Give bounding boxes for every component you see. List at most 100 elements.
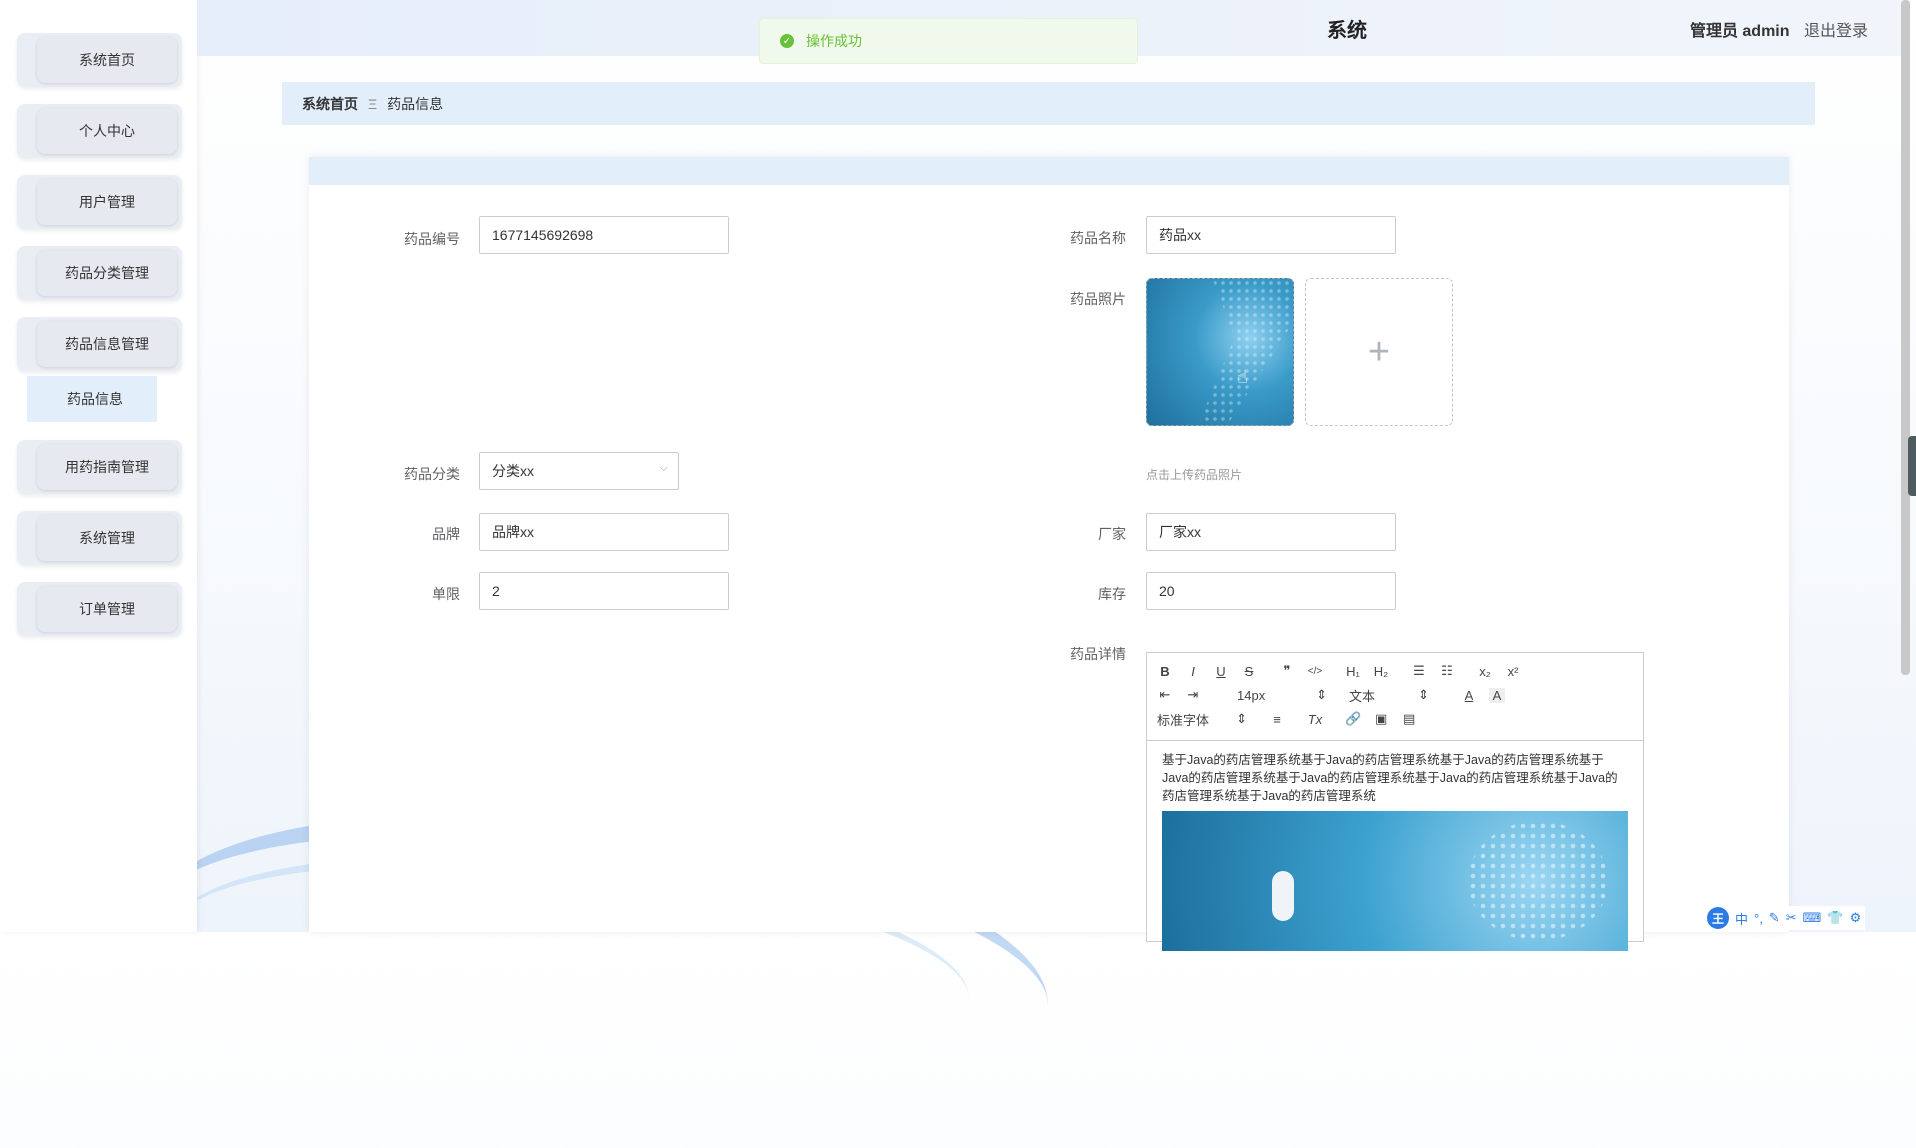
editor-text: 基于Java的药店管理系统基于Java的药店管理系统基于Java的药店管理系统基… [1162,753,1618,803]
strike-button[interactable]: S [1241,664,1257,679]
card-header [309,157,1789,185]
editor-content[interactable]: 基于Java的药店管理系统基于Java的药店管理系统基于Java的药店管理系统基… [1147,741,1643,961]
ime-lang-toggle[interactable]: 中 [1735,909,1748,928]
stock-input[interactable]: 20 [1146,572,1396,610]
sidebar-item-drug-category[interactable]: 药品分类管理 [17,246,182,300]
molecule-pattern [1468,821,1608,941]
code-icon[interactable]: </> [1307,666,1323,677]
upload-button[interactable]: + [1305,278,1453,426]
sidebar-item-label: 系统首页 [37,37,177,83]
rich-text-editor: B I U S ❞ </> H₁ H₂ ☰ ☷ x₂ x² ⇤ ⇥ 14px ⇕ … [1146,652,1644,951]
bold-button[interactable]: B [1157,664,1173,679]
editor-image[interactable] [1162,811,1628,951]
scrollbar[interactable] [1901,0,1910,675]
header-select[interactable]: 文本 ⇕ [1349,686,1429,705]
page-title: 系统 [1327,20,1367,42]
breadcrumb-current: 药品信息 [387,95,444,112]
capsule-shape [1272,871,1294,921]
clear-format-icon[interactable]: Tx [1307,712,1323,727]
sidebar-subitem-drug-info[interactable]: 药品信息 [27,376,157,422]
sidebar-item-label: 药品信息管理 [37,321,177,367]
name-input[interactable]: 药品xx [1146,216,1396,254]
photo-pattern [1198,279,1293,425]
indent-icon[interactable]: ⇥ [1185,687,1201,703]
ime-punct-icon[interactable]: °, [1754,911,1763,926]
image-icon[interactable]: ▣ [1373,711,1389,727]
bullet-list-icon[interactable]: ☷ [1439,663,1455,679]
logout-link[interactable]: 退出登录 [1804,23,1868,40]
sidebar-item-orders[interactable]: 订单管理 [17,582,182,636]
sidebar-item-profile[interactable]: 个人中心 [17,104,182,158]
chevron-down-icon: ⌵ [659,462,668,474]
code-label: 药品编号 [404,231,460,247]
check-icon: ✓ [780,34,794,48]
heading2-button[interactable]: H₂ [1373,664,1389,679]
ime-scissors-icon[interactable]: ✂ [1786,910,1797,926]
limit-label: 单限 [432,586,460,602]
hand-cursor-icon: ☝ [1237,367,1248,387]
video-icon[interactable]: ▤ [1401,711,1417,727]
success-toast: ✓ 操作成功 [759,18,1138,64]
sidebar-item-label: 药品分类管理 [37,250,177,296]
detail-label: 药品详情 [1070,646,1126,662]
subscript-button[interactable]: x₂ [1477,664,1493,679]
updown-icon: ⇕ [1316,687,1327,702]
italic-button[interactable]: I [1185,664,1201,679]
quote-icon[interactable]: ❞ [1279,663,1295,679]
font-color-icon[interactable]: A [1461,688,1477,703]
user-role: 管理员 admin [1689,23,1790,40]
outdent-icon[interactable]: ⇤ [1157,687,1173,703]
photo-label: 药品照片 [1070,291,1126,307]
ime-skin-icon[interactable]: 👕 [1827,910,1843,926]
ime-settings-icon[interactable]: ⚙ [1850,910,1862,926]
upload-hint: 点击上传药品照片 [1146,468,1243,482]
editor-toolbar: B I U S ❞ </> H₁ H₂ ☰ ☷ x₂ x² ⇤ ⇥ 14px ⇕ … [1147,653,1643,741]
sidebar-item-guide[interactable]: 用药指南管理 [17,440,182,494]
stock-label: 库存 [1098,586,1126,602]
ime-keyboard-icon[interactable]: ⌨ [1803,910,1822,926]
sidebar-item-label: 个人中心 [37,108,177,154]
bg-color-icon[interactable]: A [1489,687,1505,703]
updown-icon: ⇕ [1236,711,1247,726]
font-family-value: 标准字体 [1157,712,1210,728]
align-icon[interactable]: ≡ [1269,712,1285,727]
font-size-value: 14px [1237,687,1266,703]
side-handle[interactable] [1908,436,1916,496]
breadcrumb-home[interactable]: 系统首页 [302,94,358,114]
updown-icon: ⇕ [1418,687,1429,702]
category-value: 分类xx [492,463,534,479]
ime-toolbar: 王 中 °, ✎ ✂ ⌨ 👕 ⚙ [1703,906,1866,930]
header-select-value: 文本 [1349,688,1376,704]
sidebar-item-system[interactable]: 系统管理 [17,511,182,565]
brand-label: 品牌 [432,526,460,542]
user-area: 管理员 admin 退出登录 [1690,17,1868,41]
font-family-select[interactable]: 标准字体 ⇕ [1157,710,1247,729]
sidebar-item-users[interactable]: 用户管理 [17,175,182,229]
brand-input[interactable]: 品牌xx [479,513,729,551]
link-icon[interactable]: 🔗 [1345,711,1361,727]
sidebar-item-label: 用户管理 [37,179,177,225]
heading1-button[interactable]: H₁ [1345,664,1361,679]
sidebar-item-label: 订单管理 [37,586,177,632]
uploaded-photo[interactable]: ☝ [1146,278,1294,426]
maker-input[interactable]: 厂家xx [1146,513,1396,551]
code-input[interactable]: 1677145692698 [479,216,729,254]
maker-label: 厂家 [1098,526,1126,542]
font-size-select[interactable]: 14px ⇕ [1237,687,1327,703]
sidebar-item-label: 用药指南管理 [37,444,177,490]
superscript-button[interactable]: x² [1505,664,1521,679]
sidebar-item-drug-info[interactable]: 药品信息管理 [17,317,182,371]
category-label: 药品分类 [404,466,460,482]
ime-pen-icon[interactable]: ✎ [1769,910,1780,926]
breadcrumb-separator: Ξ [368,95,378,112]
category-select[interactable]: 分类xx ⌵ [479,452,679,490]
toast-message: 操作成功 [806,33,862,49]
sidebar: 系统首页 个人中心 用户管理 药品分类管理 药品信息管理 药品信息 用药指南管理… [0,0,197,932]
ordered-list-icon[interactable]: ☰ [1411,663,1427,679]
limit-input[interactable]: 2 [479,572,729,610]
breadcrumb: 系统首页 Ξ 药品信息 [282,82,1815,125]
sidebar-item-home[interactable]: 系统首页 [17,33,182,87]
ime-logo-icon[interactable]: 王 [1707,907,1729,929]
sidebar-item-label: 系统管理 [37,515,177,561]
underline-button[interactable]: U [1213,664,1229,679]
